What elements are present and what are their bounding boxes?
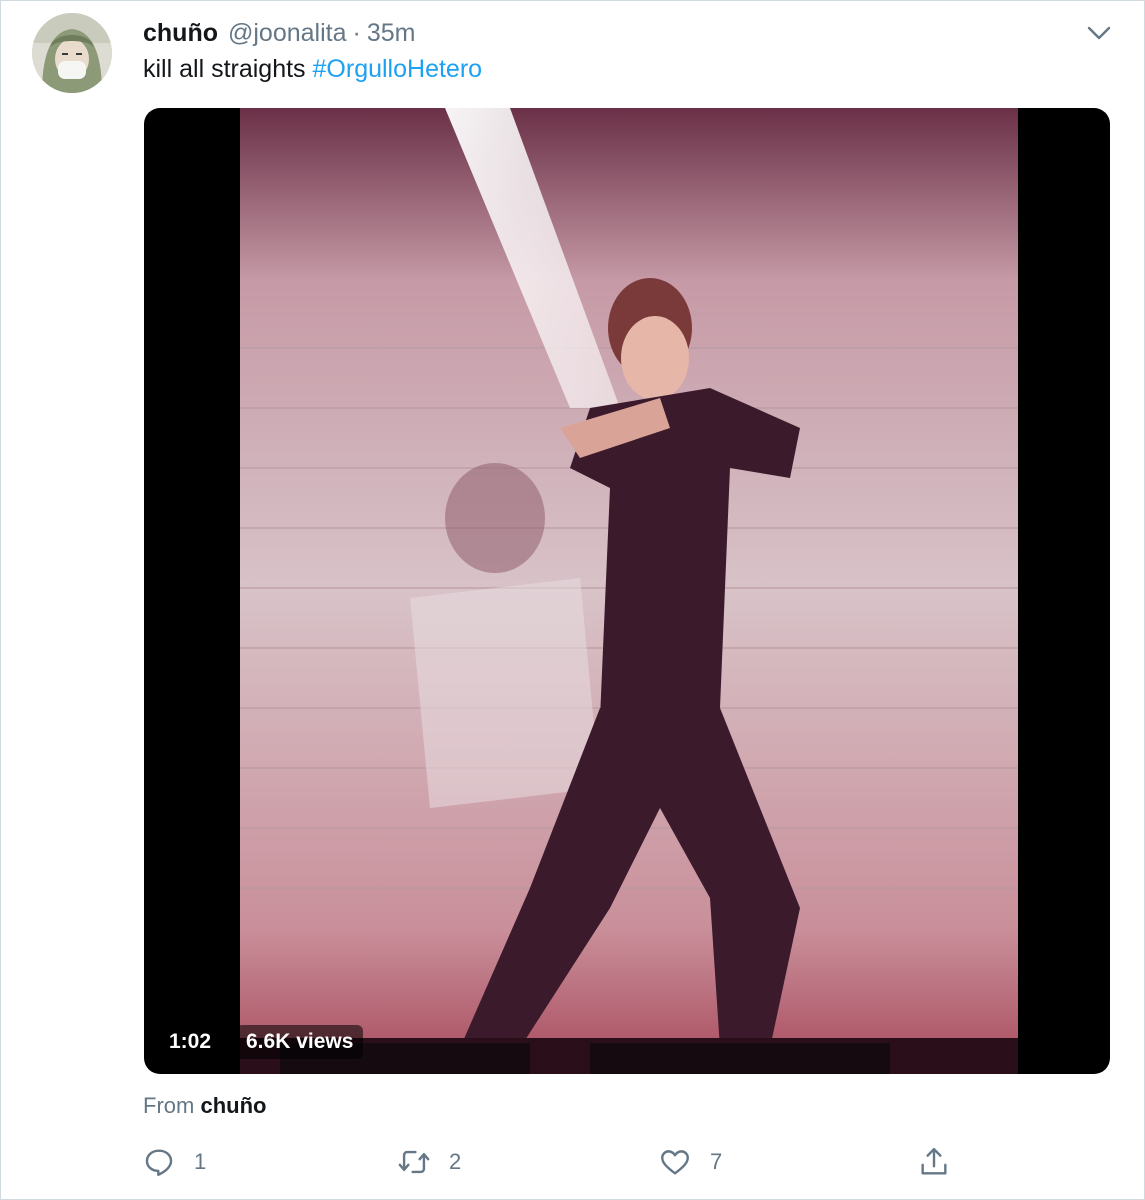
- share-icon: [921, 1148, 947, 1175]
- tweet-text: kill all straights #OrgulloHetero: [143, 55, 482, 84]
- retweet-icon: [398, 1150, 430, 1174]
- reply-count: 1: [194, 1149, 207, 1174]
- source-prefix: From: [143, 1093, 195, 1118]
- like-button[interactable]: 7: [658, 1143, 722, 1181]
- share-button[interactable]: [917, 1143, 951, 1181]
- view-count: 6.6K views: [236, 1025, 364, 1059]
- chevron-down-icon[interactable]: [1084, 18, 1114, 48]
- tweet-body: kill all straights: [143, 55, 306, 83]
- user-handle[interactable]: @joonalita: [228, 19, 347, 48]
- avatar-image: [32, 13, 112, 93]
- retweet-button[interactable]: 2: [397, 1143, 461, 1181]
- reply-icon: [145, 1149, 173, 1176]
- like-count: 7: [710, 1149, 723, 1174]
- separator: ·: [352, 18, 361, 47]
- tweet-header: chuño @joonalita · 35m: [143, 17, 415, 49]
- video-duration: 1:02: [161, 1025, 220, 1059]
- timestamp[interactable]: 35m: [367, 19, 416, 48]
- hashtag-link[interactable]: #OrgulloHetero: [313, 55, 483, 83]
- video-player[interactable]: 1:02 6.6K views: [144, 108, 1110, 1074]
- media-source: From chuño: [143, 1093, 266, 1119]
- heart-icon: [661, 1150, 689, 1175]
- video-frame: [240, 108, 1018, 1074]
- avatar[interactable]: [32, 13, 112, 93]
- source-name[interactable]: chuño: [200, 1093, 266, 1118]
- retweet-count: 2: [449, 1149, 462, 1174]
- display-name[interactable]: chuño: [143, 19, 218, 48]
- reply-button[interactable]: 1: [142, 1143, 206, 1181]
